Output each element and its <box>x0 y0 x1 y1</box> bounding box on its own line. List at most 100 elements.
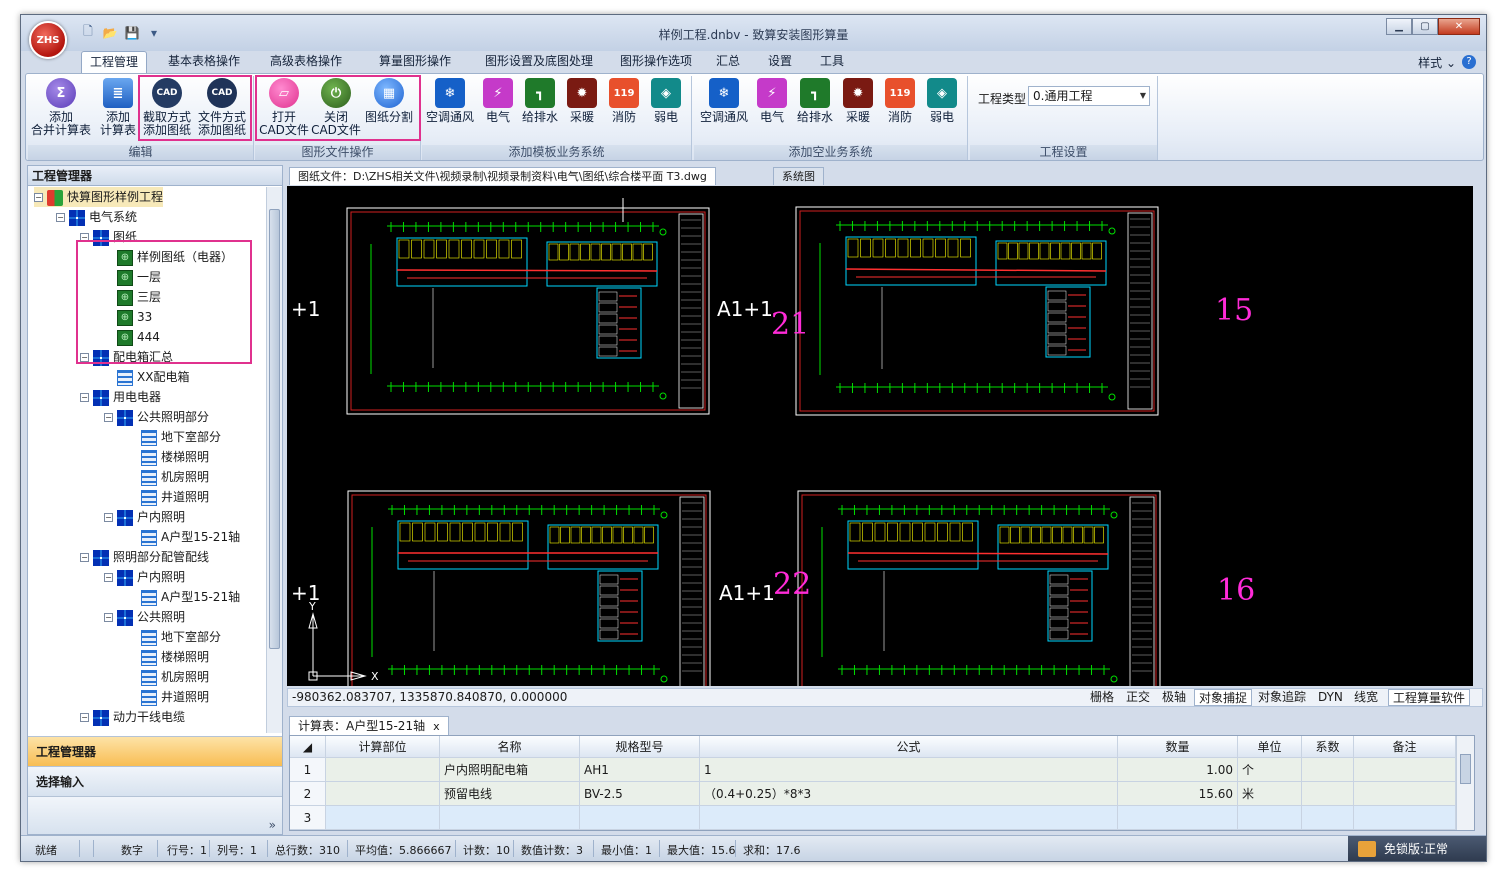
mode-grid[interactable]: 栅格 <box>1086 689 1118 706</box>
cell-qty[interactable]: 15.60 <box>1118 782 1238 806</box>
collapse-toggle-icon[interactable]: − <box>80 713 89 722</box>
tree-node[interactable]: 机房照明 <box>128 467 209 487</box>
tree-node[interactable]: − 公共照明部分 <box>104 407 209 427</box>
tab-basic-table[interactable]: 基本表格操作 <box>159 51 249 73</box>
col-header[interactable]: 计算部位 <box>326 736 440 758</box>
cell-note[interactable] <box>1354 758 1456 782</box>
collapse-toggle-icon[interactable]: − <box>80 553 89 562</box>
tree-node[interactable]: 楼梯照明 <box>128 447 209 467</box>
col-header[interactable]: 系数 <box>1302 736 1354 758</box>
cell-formula[interactable] <box>700 806 1118 830</box>
tab-project-management[interactable]: 工程管理 <box>81 51 147 74</box>
tab-graphics-settings[interactable]: 图形设置及底图处理 <box>471 51 607 73</box>
empty-water-button[interactable]: ┓ 给排水 <box>792 78 838 124</box>
row-number[interactable]: 1 <box>290 758 326 782</box>
cell-unit[interactable]: 个 <box>1238 758 1302 782</box>
cell-spec[interactable]: BV-2.5 <box>580 782 700 806</box>
tab-graphics-options[interactable]: 图形操作选项 <box>611 51 701 73</box>
cell-part[interactable] <box>326 806 440 830</box>
tab-calc-table[interactable]: 计算表：A户型15-21轴 x <box>289 716 449 735</box>
chevron-double-right-icon[interactable]: » <box>269 818 276 832</box>
mode-polar[interactable]: 极轴 <box>1158 689 1190 706</box>
empty-electric-button[interactable]: ⚡ 电气 <box>752 78 792 124</box>
col-header[interactable]: 数量 <box>1118 736 1238 758</box>
tree-node[interactable]: A户型15-21轴 <box>128 587 240 607</box>
cell-unit[interactable]: 米 <box>1238 782 1302 806</box>
cell-part[interactable] <box>326 758 440 782</box>
nav-project-manager[interactable]: 工程管理器 <box>28 736 282 766</box>
mode-object-snap[interactable]: 对象捕捉 <box>1194 689 1253 706</box>
empty-hvac-button[interactable]: ❄ 空调通风 <box>698 78 750 124</box>
collapse-toggle-icon[interactable]: − <box>56 213 65 222</box>
tab-drawing-file[interactable]: 图纸文件：D:\ZHS相关文件\视频录制\视频录制资料\电气\图纸\综合楼平面 … <box>289 167 716 185</box>
help-icon[interactable]: ? <box>1462 55 1476 69</box>
template-hvac-button[interactable]: ❄ 空调通风 <box>424 78 476 124</box>
scroll-thumb[interactable] <box>269 209 280 649</box>
cell-note[interactable] <box>1354 806 1456 830</box>
col-header[interactable]: 名称 <box>440 736 580 758</box>
col-header[interactable]: 备注 <box>1354 736 1456 758</box>
add-merged-calc-button[interactable]: Σ 添加 合并计算表 <box>30 78 92 137</box>
cell-formula[interactable]: （0.4+0.25）*8*3 <box>700 782 1118 806</box>
tree-node[interactable]: XX配电箱 <box>104 367 189 387</box>
add-calc-table-button[interactable]: ≣ 添加 计算表 <box>96 78 140 137</box>
cell-name[interactable] <box>440 806 580 830</box>
app-logo[interactable]: ZHS <box>29 21 67 59</box>
tree-node[interactable]: − 户内照明 <box>104 567 185 587</box>
cell-name[interactable]: 预留电线 <box>440 782 580 806</box>
template-lowvoltage-button[interactable]: ◈ 弱电 <box>646 78 686 124</box>
corner-cell[interactable]: ◢ <box>290 736 326 758</box>
tree-node[interactable]: 机房照明 <box>128 667 209 687</box>
cell-name[interactable]: 户内照明配电箱 <box>440 758 580 782</box>
cell-coef[interactable] <box>1302 806 1354 830</box>
cad-canvas[interactable]: +1 A1+1 21 15 +1 A1+1 22 16 Y X <box>287 186 1473 686</box>
tab-summary[interactable]: 汇总 <box>709 51 747 73</box>
tab-settings[interactable]: 设置 <box>761 51 799 73</box>
scroll-thumb[interactable] <box>1460 754 1471 784</box>
tree-node[interactable]: 井道照明 <box>128 687 209 707</box>
mode-quantity-software[interactable]: 工程算量软件 <box>1388 689 1471 706</box>
cell-unit[interactable] <box>1238 806 1302 830</box>
tree-scrollbar[interactable] <box>266 187 282 733</box>
tab-advanced-table[interactable]: 高级表格操作 <box>261 51 351 73</box>
tree-node[interactable]: − 快算图形样例工程 <box>34 187 164 207</box>
table-row[interactable]: 1 户内照明配电箱 AH1 1 1.00 个 <box>290 758 1456 782</box>
tree-node[interactable]: − 电气系统 <box>56 207 137 227</box>
collapse-toggle-icon[interactable]: − <box>80 393 89 402</box>
row-number[interactable]: 3 <box>290 806 326 830</box>
close-icon[interactable]: x <box>433 720 440 733</box>
col-header[interactable]: 规格型号 <box>580 736 700 758</box>
project-type-select[interactable]: 0.通用工程 ▼ <box>1028 86 1150 106</box>
cell-part[interactable] <box>326 782 440 806</box>
minimize-icon[interactable]: ▁ <box>1386 18 1412 35</box>
nav-select-input[interactable]: 选择输入 <box>28 766 282 796</box>
tab-system-diagram[interactable]: 系统图 <box>773 167 824 185</box>
row-number[interactable]: 2 <box>290 782 326 806</box>
tree-node[interactable]: − 动力干线电缆 <box>80 707 185 727</box>
tree-node[interactable]: − 用电电器 <box>80 387 161 407</box>
tree-node[interactable]: 地下室部分 <box>128 427 221 447</box>
collapse-toggle-icon[interactable]: − <box>104 513 113 522</box>
cell-coef[interactable] <box>1302 782 1354 806</box>
template-electric-button[interactable]: ⚡ 电气 <box>478 78 518 124</box>
empty-lowvoltage-button[interactable]: ◈ 弱电 <box>922 78 962 124</box>
table-row-new[interactable]: 3 <box>290 806 1456 830</box>
template-heating-button[interactable]: ✹ 采暖 <box>562 78 602 124</box>
cell-spec[interactable] <box>580 806 700 830</box>
mode-ortho[interactable]: 正交 <box>1122 689 1154 706</box>
tab-tools[interactable]: 工具 <box>813 51 851 73</box>
collapse-toggle-icon[interactable]: − <box>104 413 113 422</box>
cell-formula[interactable]: 1 <box>700 758 1118 782</box>
cell-coef[interactable] <box>1302 758 1354 782</box>
tree-node[interactable]: − 户内照明 <box>104 507 185 527</box>
tree-node[interactable]: − 照明部分配管配线 <box>80 547 209 567</box>
tree-node[interactable]: − 公共照明 <box>104 607 185 627</box>
table-scrollbar[interactable] <box>1456 736 1474 830</box>
col-header[interactable]: 公式 <box>700 736 1118 758</box>
tree-node[interactable]: 地下室部分 <box>128 627 221 647</box>
collapse-toggle-icon[interactable]: − <box>104 573 113 582</box>
empty-fire-button[interactable]: 119 消防 <box>880 78 920 124</box>
collapse-toggle-icon[interactable]: − <box>34 193 43 202</box>
cell-spec[interactable]: AH1 <box>580 758 700 782</box>
close-icon[interactable]: ✕ <box>1438 18 1480 35</box>
